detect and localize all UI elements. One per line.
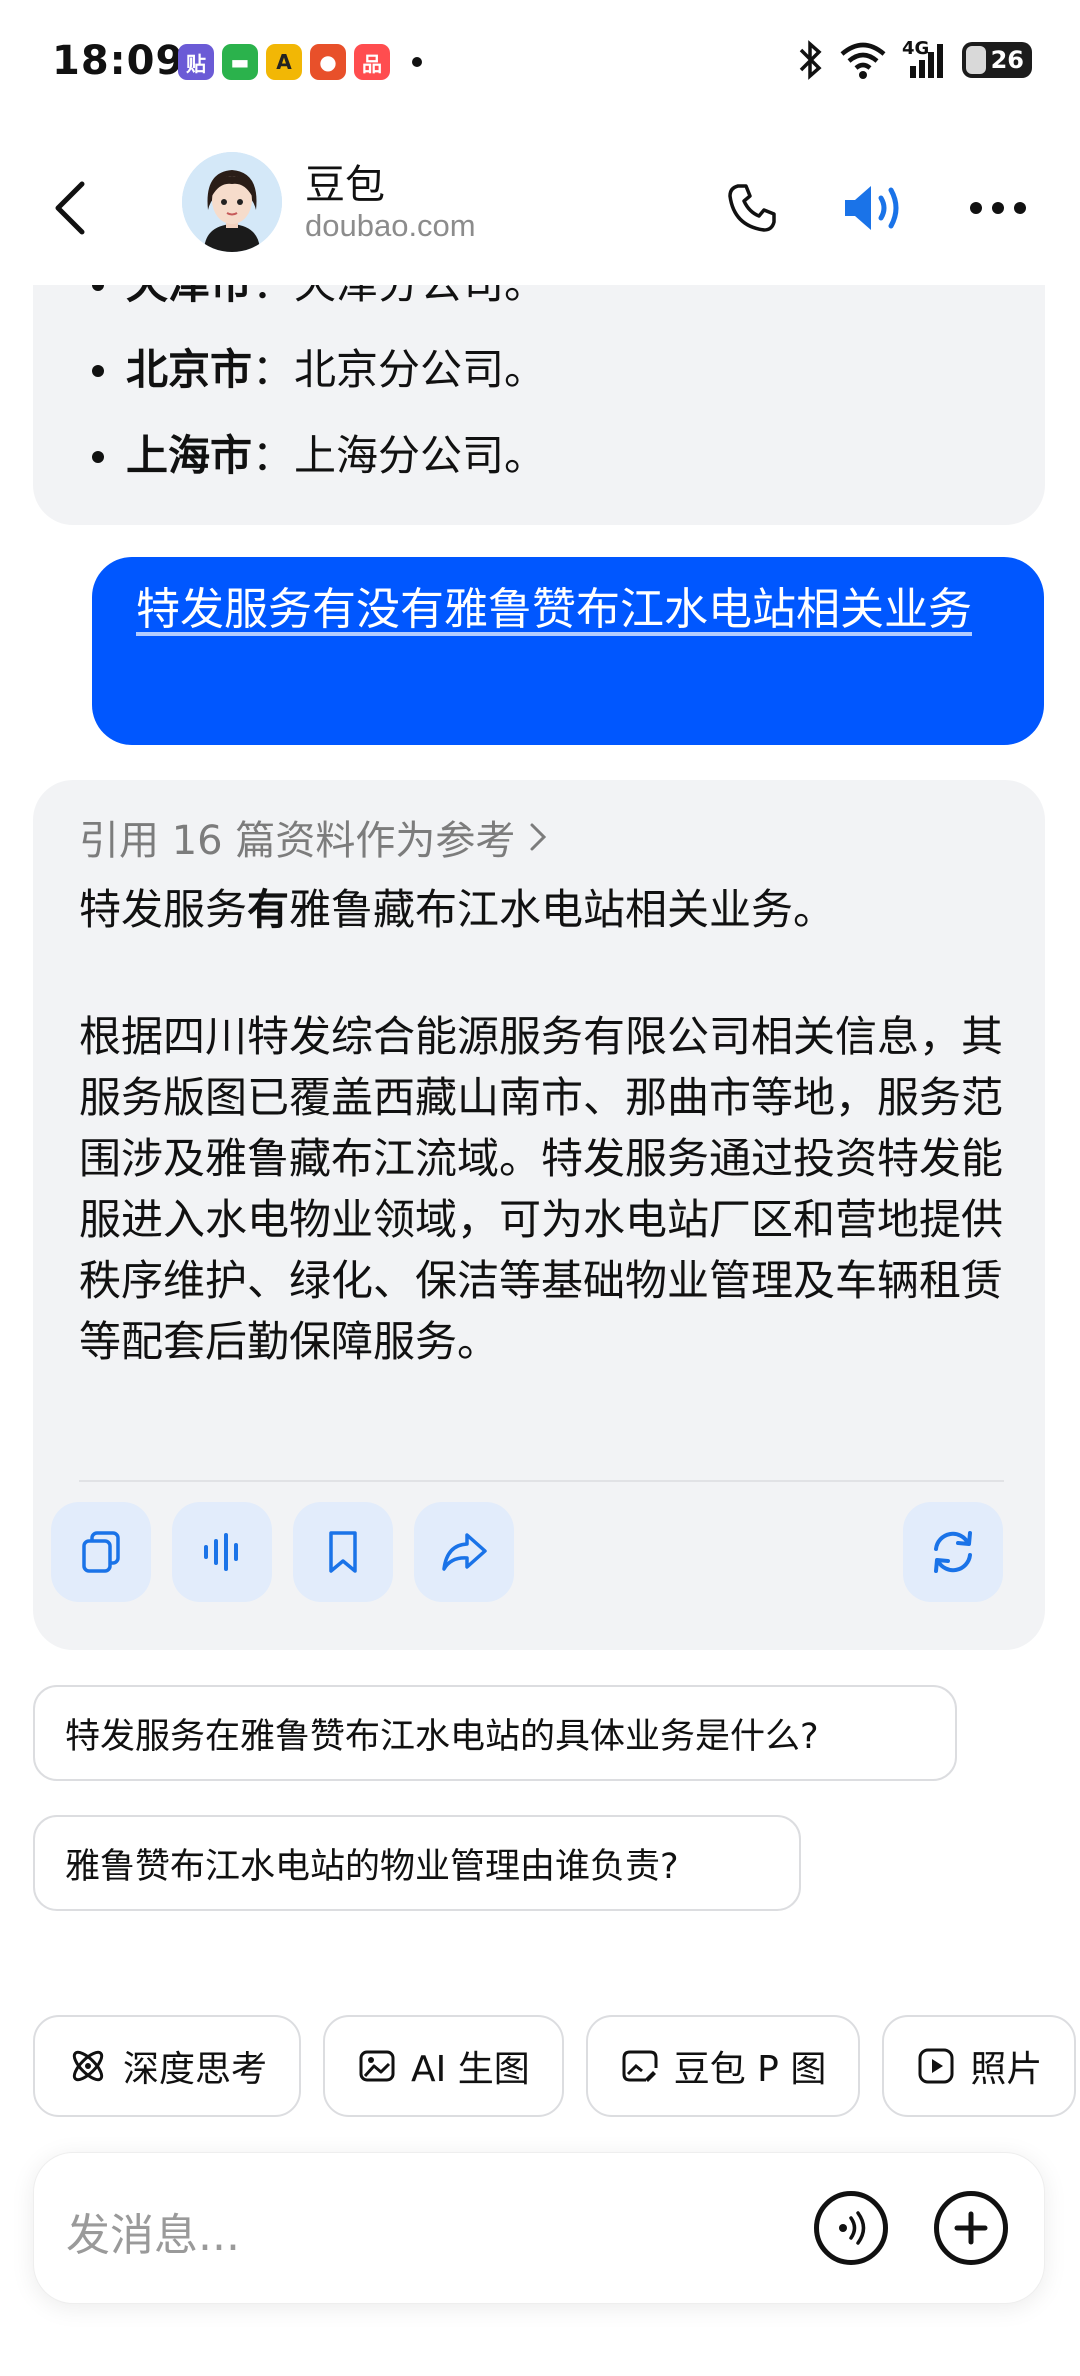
user-message-bubble[interactable]: 特发服务有没有雅鲁赞布江水电站相关业务	[92, 557, 1044, 745]
battery-level: 26	[990, 46, 1024, 74]
call-button[interactable]	[712, 168, 792, 248]
system-icons: 4G 26	[798, 38, 1032, 80]
quick-tools-row[interactable]: 深度思考 AI 生图 豆包 P 图 照片	[33, 2015, 1077, 2117]
list-item: 上海市：上海分公司。	[92, 413, 546, 499]
photo-animate-button[interactable]: 照片	[882, 2015, 1077, 2117]
ai-image-label: AI 生图	[411, 2049, 530, 2090]
photo-edit-label: 豆包 P 图	[673, 2049, 827, 2090]
voice-playback-button[interactable]	[834, 168, 914, 248]
shopping-notification-icon: ●	[310, 44, 346, 80]
more-options-button[interactable]	[958, 168, 1038, 248]
photo-edit-button[interactable]: 豆包 P 图	[585, 2015, 861, 2117]
play-icon	[918, 2048, 954, 2084]
delivery-notification-icon: A	[266, 44, 302, 80]
share-button[interactable]	[414, 1502, 514, 1602]
suggested-question[interactable]: 特发服务在雅鲁赞布江水电站的具体业务是什么?	[33, 1685, 957, 1781]
copy-button[interactable]	[51, 1502, 151, 1602]
regenerate-button[interactable]	[903, 1502, 1003, 1602]
references-label: 引用 16 篇资料作为参考	[79, 818, 516, 864]
message-notification-icon: ▬	[222, 44, 258, 80]
voice-wave-icon	[839, 2211, 866, 2245]
bluetooth-icon	[799, 40, 822, 80]
message-input[interactable]: 发消息...	[66, 2199, 240, 2263]
app-notification-icon: 贴	[178, 44, 214, 80]
reply-summary: 特发服务有雅鲁藏布江水电站相关业务。	[79, 885, 836, 934]
list-item: 天津市：天津分公司。	[92, 285, 546, 327]
phone-icon	[728, 184, 776, 232]
image-icon	[359, 2050, 395, 2082]
avatar[interactable]	[182, 152, 282, 252]
notification-icons: 贴 ▬ A ● 品	[178, 44, 422, 80]
refresh-icon	[934, 1531, 972, 1573]
read-aloud-button[interactable]	[172, 1502, 272, 1602]
suggested-question[interactable]: 雅鲁赞布江水电站的物业管理由谁负责?	[33, 1815, 801, 1911]
audio-wave-icon	[204, 1533, 238, 1571]
deals-notification-icon: 品	[354, 44, 390, 80]
speaker-icon	[845, 186, 899, 230]
chat-header: 豆包 doubao.com	[0, 140, 1080, 280]
references-link[interactable]: 引用 16 篇资料作为参考	[79, 808, 549, 866]
deep-think-label: 深度思考	[123, 2049, 268, 2090]
message-input-bar: 发消息...	[33, 2152, 1045, 2304]
status-time: 18:09	[52, 38, 185, 84]
photo-animate-label: 照片	[970, 2049, 1043, 2090]
bookmark-button[interactable]	[293, 1502, 393, 1602]
bot-name: 豆包	[305, 162, 385, 208]
bot-reply-bubble: 引用 16 篇资料作为参考 特发服务有雅鲁藏布江水电站相关业务。 根据四川特发综…	[33, 780, 1045, 1650]
atom-icon	[72, 2050, 104, 2082]
ai-image-button[interactable]: AI 生图	[323, 2015, 564, 2117]
list-item: 北京市：北京分公司。	[92, 327, 546, 413]
bot-domain: doubao.com	[305, 208, 476, 243]
more-notifications-dot	[412, 57, 422, 67]
add-attachment-button[interactable]	[934, 2191, 1008, 2265]
user-message-text: 特发服务有没有雅鲁赞布江水电站相关业务	[136, 584, 972, 635]
battery-indicator: 26	[962, 42, 1032, 78]
previous-message-list: 天津市：天津分公司。 北京市：北京分公司。 上海市：上海分公司。	[92, 285, 546, 499]
cellular-signal-icon: 4G	[902, 38, 948, 80]
chat-area[interactable]: 天津市：天津分公司。 北京市：北京分公司。 上海市：上海分公司。 特发服务有没有…	[0, 285, 1080, 1985]
bookmark-icon	[329, 1531, 357, 1573]
chevron-right-icon	[530, 823, 547, 851]
voice-call-button[interactable]	[814, 2191, 888, 2265]
reply-divider	[79, 1480, 1004, 1482]
image-edit-icon	[622, 2050, 658, 2082]
plus-icon	[954, 2211, 988, 2245]
deep-think-button[interactable]: 深度思考	[33, 2015, 302, 2117]
back-button[interactable]	[40, 168, 100, 248]
wifi-icon	[840, 42, 886, 79]
status-bar: 18:09 贴 ▬ A ● 品 4G 26	[0, 0, 1080, 130]
share-icon	[442, 1533, 487, 1571]
reply-detail: 根据四川特发综合能源服务有限公司相关信息，其服务版图已覆盖西藏山南市、那曲市等地…	[79, 1012, 1004, 1366]
copy-icon	[82, 1531, 120, 1573]
chevron-left-icon	[55, 181, 85, 235]
more-icon	[970, 202, 1026, 214]
